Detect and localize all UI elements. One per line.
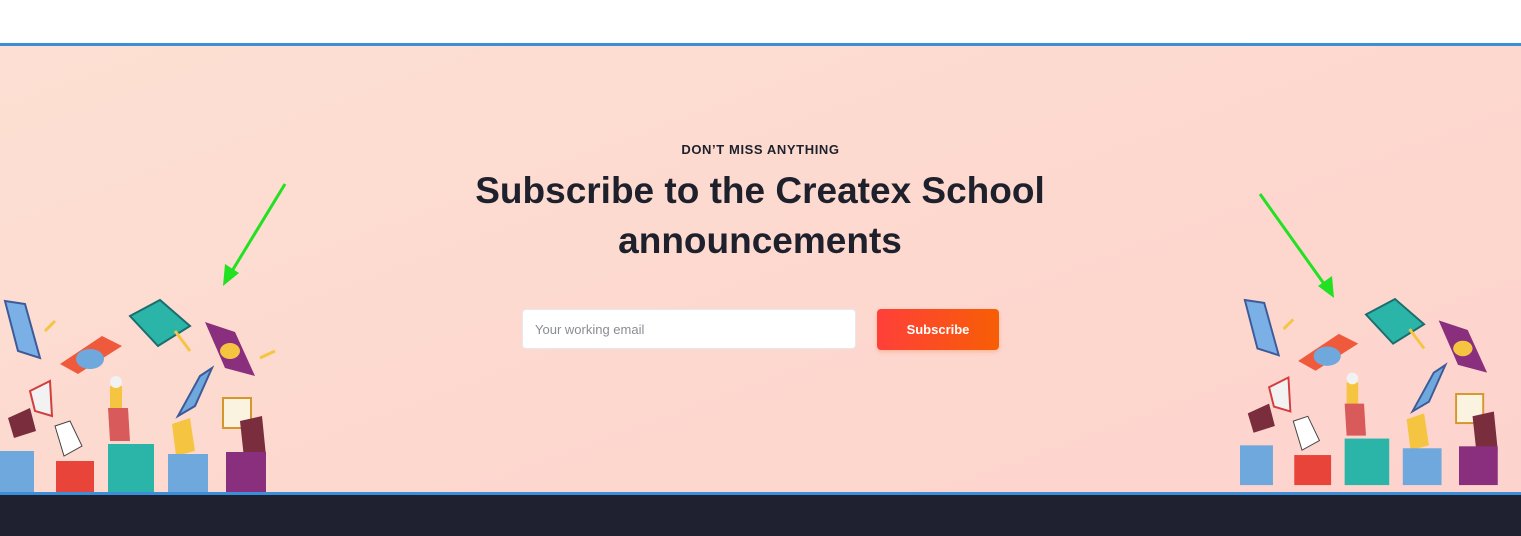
page: DON’T MISS ANYTHING Subscribe to the Cre… bbox=[0, 0, 1521, 536]
annotation-arrow-icon bbox=[1258, 193, 1334, 298]
email-input[interactable] bbox=[522, 309, 856, 349]
footer bbox=[0, 495, 1521, 536]
heading-line-1: Subscribe to the Createx School bbox=[475, 170, 1045, 211]
annotation-arrow-icon bbox=[223, 183, 287, 286]
header-area bbox=[0, 0, 1521, 43]
subscribe-button[interactable]: Subscribe bbox=[877, 309, 999, 350]
section-heading: Subscribe to the Createx School announce… bbox=[460, 166, 1060, 266]
section-eyebrow: DON’T MISS ANYTHING bbox=[681, 142, 840, 157]
subscribe-banner: DON’T MISS ANYTHING Subscribe to the Cre… bbox=[0, 46, 1521, 492]
heading-line-2: announcements bbox=[618, 220, 902, 261]
